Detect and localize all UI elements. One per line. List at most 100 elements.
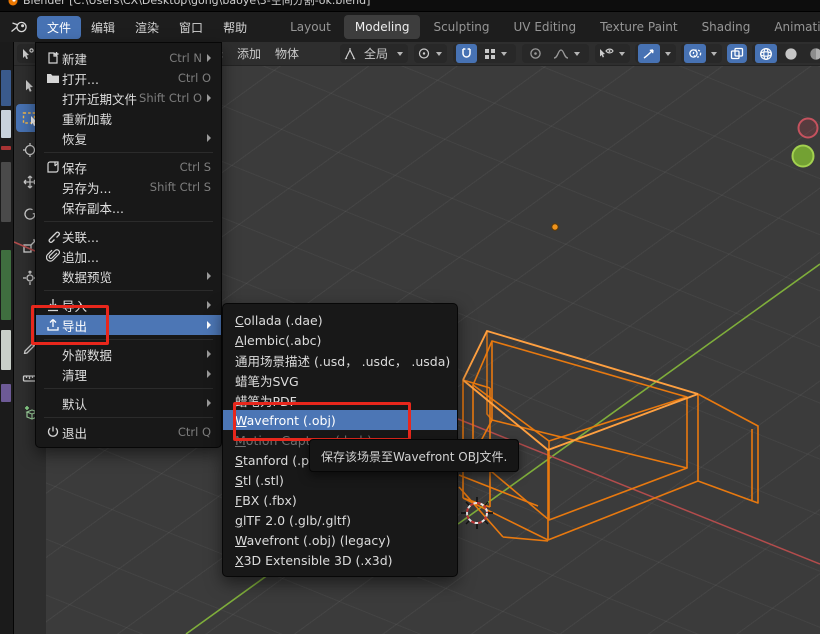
menu-item-clean-up[interactable]: 清理 <box>36 364 221 384</box>
background-fragment <box>1 162 11 222</box>
menu-help[interactable]: 帮助 <box>213 16 257 39</box>
submenu-arrow-icon <box>207 94 211 102</box>
background-window-edge <box>0 12 14 634</box>
menu-item-data-previews[interactable]: 数据预览 <box>36 266 221 286</box>
blender-logo-icon <box>7 0 19 7</box>
tab-modeling[interactable]: Modeling <box>344 15 421 39</box>
menu-item-save-copy[interactable]: 保存副本... <box>36 197 221 217</box>
proportional-editing-group <box>522 44 589 63</box>
background-fragment <box>1 110 11 138</box>
menu-edit[interactable]: 编辑 <box>81 16 125 39</box>
selectability-visibility-dropdown[interactable] <box>595 44 630 63</box>
submenu-item-collada[interactable]: Collada (.dae) <box>223 310 457 330</box>
folder-icon <box>44 72 62 84</box>
menu-item-quit[interactable]: 退出 Ctrl Q <box>36 422 221 442</box>
menu-item-save[interactable]: 保存 Ctrl S <box>36 157 221 177</box>
chevron-down-icon <box>436 52 442 56</box>
submenu-item-stl[interactable]: Stl (.stl) <box>223 470 457 490</box>
menu-window[interactable]: 窗口 <box>169 16 213 39</box>
snap-mode-dropdown[interactable] <box>480 44 513 63</box>
menu-separator <box>44 417 213 418</box>
menu-item-revert[interactable]: 重新加载 <box>36 108 221 128</box>
object-menu[interactable]: 物体 <box>271 45 303 62</box>
add-menu[interactable]: 添加 <box>233 45 265 62</box>
menu-item-export[interactable]: 导出 <box>36 315 221 335</box>
gizmos-group <box>635 44 676 63</box>
chevron-down-icon <box>711 52 717 56</box>
submenu-arrow-icon <box>207 272 211 280</box>
workspace-tabs: Layout Modeling Sculpting UV Editing Tex… <box>279 15 820 39</box>
chevron-down-icon <box>501 52 507 56</box>
tab-sculpting[interactable]: Sculpting <box>422 15 500 39</box>
background-fragment <box>1 146 11 150</box>
tooltip: 保存该场景至Wavefront OBJ文件. <box>309 439 519 472</box>
title-bar: Blender [C:\Users\CX\Desktop\gong\baoye\… <box>0 0 820 12</box>
chevron-down-icon <box>574 52 580 56</box>
overlays-group <box>681 44 722 63</box>
menu-item-open-recent[interactable]: 打开近期文件 Shift Ctrl O <box>36 88 221 108</box>
submenu-item-grease-pencil-svg[interactable]: 蜡笔为SVG <box>223 370 457 390</box>
menu-item-import[interactable]: 导入 <box>36 295 221 315</box>
blender-window: Blender [C:\Users\CX\Desktop\gong\baoye\… <box>0 0 820 634</box>
background-fragment <box>1 70 11 106</box>
menu-separator <box>44 339 213 340</box>
solid-shading-button[interactable] <box>780 44 802 63</box>
power-icon <box>44 425 62 439</box>
chevron-down-icon <box>397 52 403 56</box>
export-icon <box>44 318 62 332</box>
background-fragment <box>1 250 11 320</box>
wireframe-shading-button[interactable] <box>755 44 777 63</box>
top-menu-bar: 文件 编辑 渲染 窗口 帮助 Layout Modeling Sculpting… <box>0 12 820 42</box>
submenu-item-x3d[interactable]: X3D Extensible 3D (.x3d) <box>223 550 457 570</box>
submenu-item-wavefront-obj[interactable]: Wavefront (.obj) <box>223 410 457 430</box>
submenu-arrow-icon <box>207 350 211 358</box>
show-overlays-toggle[interactable] <box>684 44 706 63</box>
submenu-arrow-icon <box>207 134 211 142</box>
menu-item-defaults[interactable]: 默认 <box>36 393 221 413</box>
menu-file[interactable]: 文件 <box>37 16 81 39</box>
snap-toggle-button[interactable] <box>456 44 477 63</box>
submenu-arrow-icon <box>207 54 211 62</box>
background-fragment <box>1 384 11 402</box>
menu-item-recover[interactable]: 恢复 <box>36 128 221 148</box>
pivot-point-dropdown[interactable] <box>414 44 447 63</box>
background-fragment <box>1 330 11 370</box>
proportional-falloff-dropdown[interactable] <box>549 44 586 63</box>
submenu-item-wavefront-legacy[interactable]: Wavefront (.obj) (legacy) <box>223 530 457 550</box>
menu-item-append[interactable]: 追加... <box>36 246 221 266</box>
proportional-editing-toggle[interactable] <box>525 44 546 63</box>
menu-item-link[interactable]: 关联... <box>36 226 221 246</box>
menu-separator <box>44 290 213 291</box>
blender-logo-icon[interactable] <box>10 20 29 34</box>
menu-separator <box>44 388 213 389</box>
submenu-item-usd[interactable]: 通用场景描述 (.usd， .usdc， .usda) <box>223 350 457 370</box>
submenu-item-fbx[interactable]: FBX (.fbx) <box>223 490 457 510</box>
menu-item-save-as[interactable]: 另存为... Shift Ctrl S <box>36 177 221 197</box>
pivot-icon <box>417 47 431 60</box>
material-preview-shading-button[interactable] <box>805 44 820 63</box>
xray-toggle[interactable] <box>727 44 747 63</box>
submenu-arrow-icon <box>207 370 211 378</box>
tab-uv-editing[interactable]: UV Editing <box>503 15 588 39</box>
tab-animation[interactable]: Animation <box>763 15 820 39</box>
tab-layout[interactable]: Layout <box>279 15 342 39</box>
shading-mode-group <box>752 44 820 63</box>
tab-texture-paint[interactable]: Texture Paint <box>589 15 688 39</box>
submenu-item-alembic[interactable]: Alembic(.abc) <box>223 330 457 350</box>
save-icon <box>44 160 62 174</box>
submenu-arrow-icon <box>207 301 211 309</box>
menu-render[interactable]: 渲染 <box>125 16 169 39</box>
submenu-item-grease-pencil-pdf[interactable]: 蜡笔为PDF <box>223 390 457 410</box>
transform-orientation-dropdown[interactable]: 全局 <box>340 44 408 63</box>
paperclip-icon <box>44 249 62 263</box>
menu-item-external-data[interactable]: 外部数据 <box>36 344 221 364</box>
menu-item-open[interactable]: 打开... Ctrl O <box>36 68 221 88</box>
tab-shading[interactable]: Shading <box>691 15 762 39</box>
submenu-item-gltf[interactable]: glTF 2.0 (.glb/.gltf) <box>223 510 457 530</box>
menu-separator <box>44 152 213 153</box>
menu-item-new[interactable]: 新建 Ctrl N <box>36 48 221 68</box>
window-title: Blender [C:\Users\CX\Desktop\gong\baoye\… <box>23 0 370 8</box>
show-gizmo-toggle[interactable] <box>638 44 660 63</box>
chevron-down-icon <box>619 52 625 56</box>
menu-separator <box>44 221 213 222</box>
